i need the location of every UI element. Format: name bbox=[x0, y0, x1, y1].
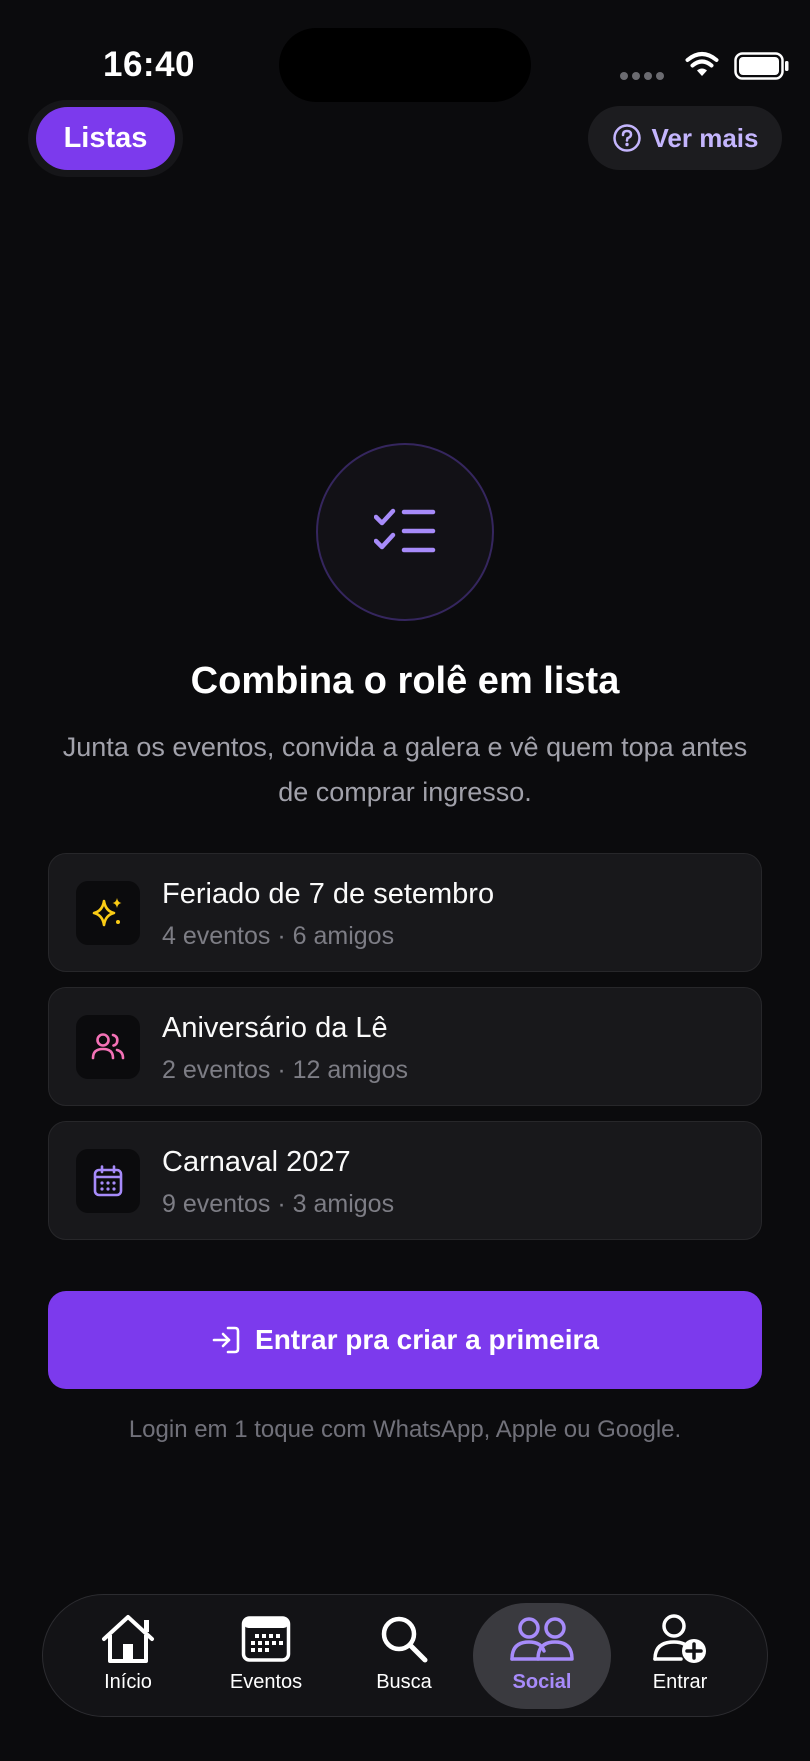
hero-title: Combina o rolê em lista bbox=[190, 660, 620, 702]
list-meta: 9 eventos · 3 amigos bbox=[162, 1190, 395, 1218]
tab-label: Entrar bbox=[652, 1671, 708, 1693]
ver-mais-label: Ver mais bbox=[651, 122, 759, 153]
list-card[interactable]: Feriado de 7 de setembro 4 eventos · 6 a… bbox=[48, 853, 762, 972]
cellular-signal-icon bbox=[620, 72, 664, 80]
cta-label: Entrar pra criar a primeira bbox=[255, 1324, 599, 1355]
help-circle-icon bbox=[612, 124, 641, 152]
listas-tab[interactable]: Listas bbox=[36, 107, 175, 170]
list-card[interactable]: Aniversário da Lê 2 eventos · 12 amigos bbox=[48, 987, 762, 1106]
tab-busca[interactable]: Busca bbox=[335, 1603, 473, 1709]
home-icon bbox=[102, 1615, 154, 1663]
search-icon bbox=[381, 1616, 428, 1663]
status-time: 16:40 bbox=[103, 45, 196, 84]
tab-entrar[interactable]: Entrar bbox=[611, 1603, 749, 1709]
tab-label: Eventos bbox=[229, 1671, 303, 1693]
card-icon-box bbox=[76, 1149, 140, 1213]
login-icon bbox=[212, 1326, 240, 1354]
list-title: Aniversário da Lê bbox=[162, 1012, 388, 1044]
list-meta: 2 eventos · 12 amigos bbox=[162, 1056, 408, 1084]
list-title: Feriado de 7 de setembro bbox=[162, 878, 495, 910]
hero-badge bbox=[316, 443, 494, 621]
hero-subtitle: Junta os eventos, convida a galera e vê … bbox=[62, 732, 748, 807]
ver-mais-button[interactable]: Ver mais bbox=[588, 106, 782, 170]
create-first-list-button[interactable]: Entrar pra criar a primeira bbox=[48, 1291, 762, 1389]
card-icon-box bbox=[76, 1015, 140, 1079]
status-icons bbox=[570, 48, 810, 84]
social-icon bbox=[510, 1617, 574, 1661]
bottom-tab-bar: Início Eventos Busca Social Entrar bbox=[42, 1594, 768, 1717]
calendar-grid-icon bbox=[241, 1616, 291, 1662]
tab-eventos[interactable]: Eventos bbox=[197, 1603, 335, 1709]
login-note: Login em 1 toque com WhatsApp, Apple ou … bbox=[128, 1416, 682, 1443]
users-icon bbox=[91, 1033, 125, 1060]
list-title: Carnaval 2027 bbox=[162, 1146, 351, 1178]
tab-label: Busca bbox=[376, 1671, 432, 1693]
sparkles-icon bbox=[92, 898, 122, 927]
battery-icon bbox=[734, 52, 789, 80]
checklist-icon bbox=[374, 508, 436, 553]
tab-label: Início bbox=[104, 1671, 152, 1693]
list-card[interactable]: Carnaval 2027 9 eventos · 3 amigos bbox=[48, 1121, 762, 1240]
tab-inicio[interactable]: Início bbox=[59, 1603, 197, 1709]
user-plus-icon bbox=[653, 1614, 706, 1663]
tab-switcher: Listas bbox=[28, 100, 183, 177]
tab-social[interactable]: Social bbox=[473, 1603, 611, 1709]
wifi-icon bbox=[685, 52, 719, 76]
card-icon-box bbox=[76, 881, 140, 945]
dynamic-island bbox=[279, 28, 531, 102]
tab-label: Social bbox=[512, 1671, 572, 1693]
app-screen: 16:40 Listas Ver mais Combina o rolê em … bbox=[0, 0, 810, 1761]
list-meta: 4 eventos · 6 amigos bbox=[162, 922, 395, 950]
calendar-icon bbox=[93, 1165, 123, 1197]
